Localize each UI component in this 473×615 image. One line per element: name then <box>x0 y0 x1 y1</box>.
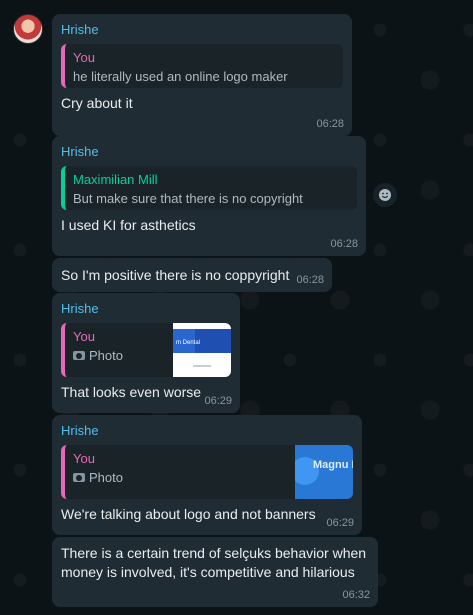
emoji-smile-icon[interactable] <box>373 183 397 207</box>
message-bubble[interactable]: There is a certain trend of selçuks beha… <box>52 537 378 607</box>
sender-name[interactable]: Hrishe <box>61 301 231 317</box>
thumbnail-text: Magnu Dental <box>313 459 353 471</box>
message-bubble[interactable]: Hrishe You Photo Magnu Dental We're talk… <box>52 415 362 535</box>
message-text: So I'm positive there is no coppyright <box>61 267 290 283</box>
quote-photo-label: Photo <box>73 470 289 485</box>
sender-name[interactable]: Hrishe <box>61 423 353 439</box>
message-time: 06:28 <box>330 238 358 250</box>
quote-author: You <box>73 451 95 466</box>
message-text: I used KI for asthetics <box>61 217 196 233</box>
quote-author: You <box>73 50 95 65</box>
message-time: 06:28 <box>316 118 344 130</box>
message-bubble[interactable]: So I'm positive there is no coppyright 0… <box>52 258 332 292</box>
quoted-message[interactable]: You Photo Magnu Dental <box>61 445 353 499</box>
quote-photo-label: Photo <box>73 348 167 363</box>
message-bubble[interactable]: Hrishe Maximilian Mill But make sure tha… <box>52 136 366 256</box>
message-time: 06:28 <box>296 274 324 286</box>
message-text: Cry about it <box>61 95 133 111</box>
message-bubble[interactable]: Hrishe You Photo m Dental That looks eve… <box>52 293 240 413</box>
quoted-message[interactable]: Maximilian Mill But make sure that there… <box>61 166 357 210</box>
quoted-message[interactable]: You Photo m Dental <box>61 323 231 377</box>
photo-thumbnail[interactable]: Magnu Dental <box>295 445 353 499</box>
message-time: 06:29 <box>204 395 232 407</box>
message-bubble[interactable]: Hrishe You he literally used an online l… <box>52 14 352 136</box>
sender-name[interactable]: Hrishe <box>61 144 357 160</box>
quoted-message[interactable]: You he literally used an online logo mak… <box>61 44 343 88</box>
quote-text: But make sure that there is no copyright <box>73 191 303 206</box>
message-time: 06:32 <box>342 589 370 601</box>
message-text: We're talking about logo and not banners <box>61 506 316 522</box>
quote-author: You <box>73 329 95 344</box>
quote-text: he literally used an online logo maker <box>73 69 288 84</box>
quote-photo-text: Photo <box>89 348 123 363</box>
photo-thumbnail[interactable]: m Dental <box>173 323 231 377</box>
quote-photo-text: Photo <box>89 470 123 485</box>
avatar[interactable] <box>13 14 43 44</box>
camera-icon <box>73 351 85 360</box>
sender-name[interactable]: Hrishe <box>61 22 343 38</box>
message-text: There is a certain trend of selçuks beha… <box>61 545 367 580</box>
camera-icon <box>73 473 85 482</box>
thumbnail-text: m Dental <box>176 340 200 346</box>
emoji-smile-icon-glyph <box>379 189 391 201</box>
message-time: 06:29 <box>326 517 354 529</box>
quote-author: Maximilian Mill <box>73 172 158 187</box>
